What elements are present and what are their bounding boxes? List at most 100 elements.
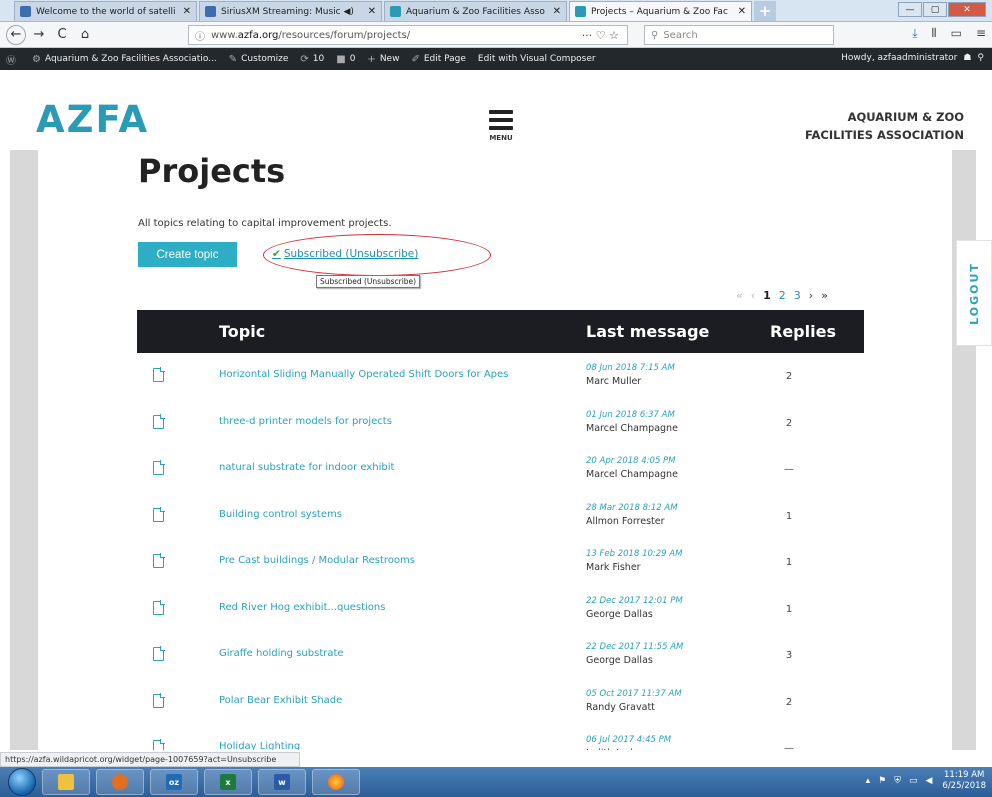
wp-site-link[interactable]: ⚙ Aquarium & Zoo Facilities Associatio... bbox=[32, 54, 217, 65]
last-message-date[interactable]: 01 Jun 2018 6:37 AM bbox=[586, 410, 675, 420]
home-button[interactable]: ⌂ bbox=[75, 25, 95, 45]
page-gutter-left bbox=[10, 150, 38, 750]
last-message-date[interactable]: 08 Jun 2018 7:15 AM bbox=[586, 363, 675, 373]
unsubscribe-link[interactable]: ✔ Subscribed (Unsubscribe) bbox=[272, 248, 418, 260]
last-message-author: Marc Muller bbox=[586, 376, 642, 387]
browser-tab[interactable]: Aquarium & Zoo Facilities Asso ✕ bbox=[384, 1, 567, 21]
last-message-date[interactable]: 28 Mar 2018 8:12 AM bbox=[586, 503, 678, 513]
taskbar-outlook[interactable]: oz bbox=[150, 769, 198, 795]
last-message-date[interactable]: 13 Feb 2018 10:29 AM bbox=[586, 549, 682, 559]
prev-page-button[interactable]: ‹ bbox=[751, 289, 755, 302]
last-page-button[interactable]: » bbox=[821, 289, 828, 302]
document-icon bbox=[153, 646, 165, 661]
wp-new-link[interactable]: + New bbox=[367, 54, 399, 65]
page-1-button[interactable]: 1 bbox=[763, 289, 771, 302]
last-message-date[interactable]: 22 Dec 2017 11:55 AM bbox=[586, 642, 683, 652]
tray-shield-icon[interactable]: ⛨ bbox=[894, 776, 901, 786]
last-message-date[interactable]: 05 Oct 2017 11:37 AM bbox=[586, 689, 682, 699]
page-actions-icon[interactable]: ··· ♡ ☆ bbox=[582, 29, 619, 42]
taskbar-media[interactable] bbox=[96, 769, 144, 795]
topic-link[interactable]: Polar Bear Exhibit Shade bbox=[219, 695, 342, 706]
wp-edit-page-link[interactable]: ✐ Edit Page bbox=[411, 54, 465, 65]
topic-link[interactable]: Pre Cast buildings / Modular Restrooms bbox=[219, 555, 415, 566]
last-message-date[interactable]: 20 Apr 2018 4:05 PM bbox=[586, 456, 676, 466]
clock-date: 6/25/2018 bbox=[942, 781, 986, 791]
menu-button[interactable]: MENU bbox=[484, 110, 518, 142]
topic-link[interactable]: Horizontal Sliding Manually Operated Shi… bbox=[219, 369, 508, 380]
download-icon[interactable]: ⤓ bbox=[912, 26, 917, 41]
forum-description: All topics relating to capital improveme… bbox=[138, 218, 392, 229]
forward-button[interactable]: → bbox=[29, 25, 49, 45]
tab-close-icon[interactable]: ✕ bbox=[738, 6, 746, 17]
taskbar-firefox[interactable] bbox=[312, 769, 360, 795]
topic-link[interactable]: Holiday Lighting bbox=[219, 741, 300, 750]
wp-customize-link[interactable]: ✎ Customize bbox=[229, 54, 289, 65]
wp-logo-icon[interactable]: Ⓦ bbox=[6, 52, 20, 67]
start-button[interactable] bbox=[8, 768, 36, 796]
tray-flag-icon[interactable]: ⚑ bbox=[878, 776, 886, 786]
topic-link[interactable]: Building control systems bbox=[219, 509, 342, 520]
topic-link[interactable]: Giraffe holding substrate bbox=[219, 648, 344, 659]
document-icon bbox=[153, 599, 165, 615]
wp-visual-composer-link[interactable]: Edit with Visual Composer bbox=[478, 54, 596, 64]
tray-arrow-icon[interactable]: ▴ bbox=[866, 776, 871, 786]
site-info-icon[interactable]: ⓘ bbox=[195, 28, 205, 43]
taskbar-excel[interactable]: x bbox=[204, 769, 252, 795]
topic-link[interactable]: natural substrate for indoor exhibit bbox=[219, 462, 394, 473]
column-header-replies: Replies bbox=[770, 322, 836, 341]
tab-favicon-icon bbox=[20, 6, 31, 17]
hamburger-menu-icon[interactable]: ≡ bbox=[976, 26, 986, 41]
document-icon bbox=[153, 553, 165, 568]
browser-tab[interactable]: Welcome to the world of satelli ✕ bbox=[14, 1, 197, 21]
status-bar-url: https://azfa.wildapricot.org/widget/page… bbox=[0, 752, 300, 767]
table-row: Building control systems 28 Mar 2018 8:12… bbox=[137, 494, 864, 541]
topic-link[interactable]: three-d printer models for projects bbox=[219, 416, 392, 427]
new-tab-button[interactable]: + bbox=[754, 1, 776, 21]
dashboard-icon: ⚙ bbox=[32, 53, 41, 65]
url-prefix: www. bbox=[211, 29, 238, 41]
last-message-author: Mark Fisher bbox=[586, 562, 641, 573]
tab-close-icon[interactable]: ✕ bbox=[553, 6, 561, 17]
topic-link[interactable]: Red River Hog exhibit...questions bbox=[219, 602, 385, 613]
page-3-button[interactable]: 3 bbox=[794, 289, 801, 302]
browser-tab[interactable]: SiriusXM Streaming: Music ◀) ✕ bbox=[199, 1, 382, 21]
tab-label: SiriusXM Streaming: Music ◀) bbox=[221, 6, 354, 17]
wp-updates-link[interactable]: ⟳ 10 bbox=[300, 54, 324, 65]
last-message-date[interactable]: 06 Jul 2017 4:45 PM bbox=[586, 735, 671, 745]
taskbar-explorer[interactable] bbox=[42, 769, 90, 795]
logout-tab[interactable]: LOGOUT bbox=[956, 240, 992, 346]
page-2-button[interactable]: 2 bbox=[779, 289, 786, 302]
first-page-button[interactable]: « bbox=[736, 289, 743, 302]
tray-network-icon[interactable]: ▭ bbox=[909, 776, 918, 786]
last-message-date[interactable]: 22 Dec 2017 12:01 PM bbox=[586, 596, 683, 606]
close-window-button[interactable]: ✕ bbox=[948, 2, 986, 17]
browser-tab[interactable]: Projects – Aquarium & Zoo Fac ✕ bbox=[569, 1, 752, 21]
reload-button[interactable]: C bbox=[52, 25, 72, 45]
maximize-button[interactable]: ▢ bbox=[923, 2, 947, 17]
site-logo[interactable]: AZFA bbox=[36, 98, 149, 141]
browser-tab-bar: Welcome to the world of satelli ✕ SiriusXM… bbox=[0, 0, 992, 22]
url-path: /resources/forum/projects/ bbox=[278, 29, 411, 41]
last-message-author: Randy Gravatt bbox=[586, 701, 655, 713]
last-message-author: Allmon Forrester bbox=[586, 515, 665, 527]
url-domain: azfa.org bbox=[237, 29, 279, 41]
last-message-author: George Dallas bbox=[586, 655, 653, 666]
tab-close-icon[interactable]: ✕ bbox=[368, 6, 376, 17]
create-topic-button[interactable]: Create topic bbox=[138, 242, 237, 267]
wp-comments-link[interactable]: ■ 0 bbox=[336, 54, 355, 65]
tab-close-icon[interactable]: ✕ bbox=[183, 6, 191, 17]
address-bar[interactable]: ⓘ www. azfa.org/resources/forum/projects/… bbox=[188, 25, 628, 45]
minimize-button[interactable]: — bbox=[898, 2, 922, 17]
taskbar-word[interactable]: w bbox=[258, 769, 306, 795]
sidebar-icon[interactable]: ▭ bbox=[951, 26, 962, 41]
wp-account-menu[interactable]: Howdy, azfaadministrator ☗ ⚲ bbox=[835, 53, 984, 63]
taskbar-clock[interactable]: 11:19 AM 6/25/2018 bbox=[942, 770, 986, 792]
wp-search-icon[interactable]: ⚲ bbox=[977, 53, 984, 63]
org-name-line1: AQUARIUM & ZOO bbox=[847, 110, 964, 124]
back-button[interactable]: ← bbox=[6, 24, 26, 45]
toolbar-icons: ⤓ ⫴ ▭ ≡ bbox=[898, 26, 986, 41]
library-icon[interactable]: ⫴ bbox=[932, 26, 937, 41]
search-box[interactable]: ⚲ Search bbox=[644, 25, 834, 45]
next-page-button[interactable]: › bbox=[809, 289, 813, 302]
tray-volume-icon[interactable]: ◀ bbox=[925, 776, 932, 786]
